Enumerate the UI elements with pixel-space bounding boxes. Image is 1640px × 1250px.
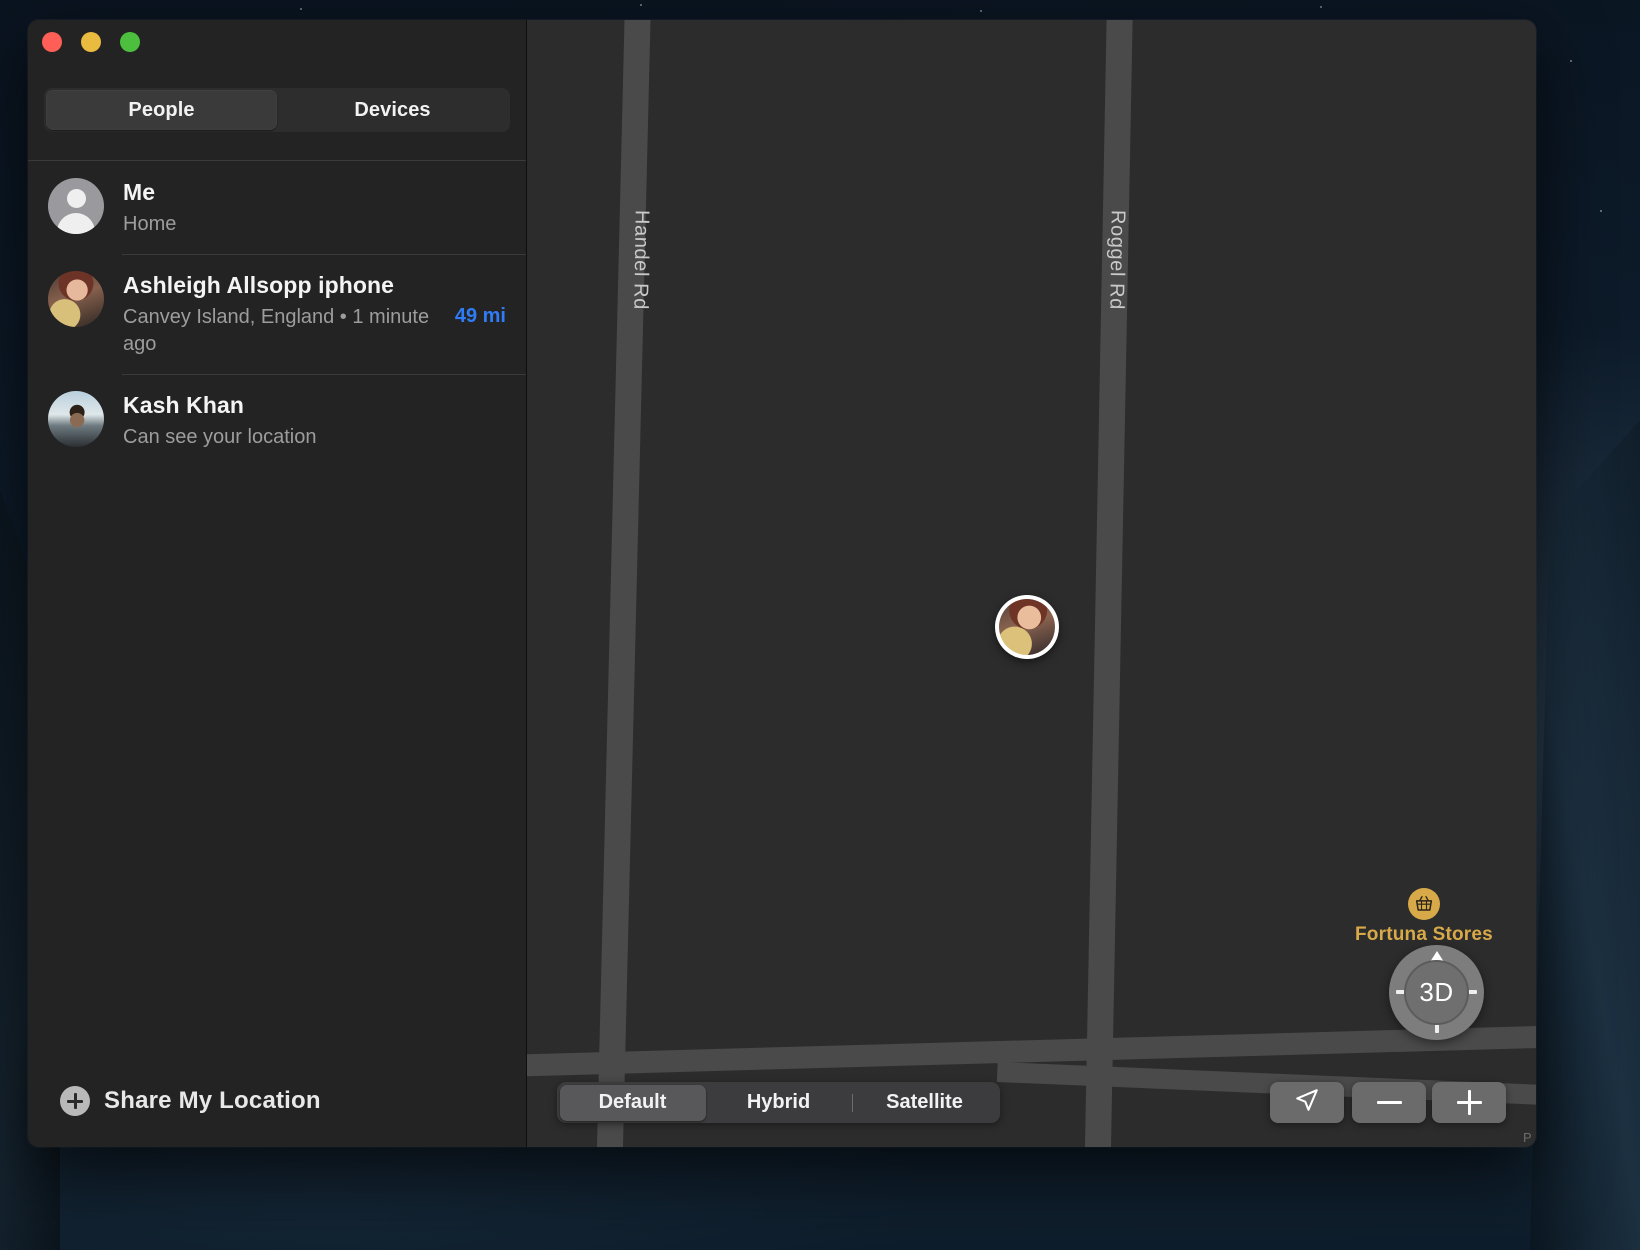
- road-label-handel-rd: Handel Rd: [629, 209, 653, 311]
- road-handel-rd: [596, 20, 651, 1147]
- star: [980, 10, 982, 12]
- plus-icon: [1456, 1090, 1482, 1115]
- person-detail-row: Can see your location: [123, 424, 506, 451]
- person-detail-row: Home: [123, 211, 506, 238]
- share-my-location-button[interactable]: Share My Location: [28, 1055, 526, 1147]
- map-3d-dial[interactable]: 3D: [1389, 945, 1484, 1040]
- list-item-text: Me Home: [123, 178, 506, 238]
- list-item[interactable]: Ashleigh Allsopp iphone Canvey Island, E…: [28, 254, 526, 374]
- pin-avatar: [999, 599, 1055, 655]
- minus-icon: [1376, 1101, 1402, 1104]
- find-my-window: People Devices Me Home Ashleigh Allsopp …: [28, 20, 1536, 1147]
- locate-arrow-icon: [1294, 1087, 1320, 1118]
- window-controls: [42, 32, 140, 52]
- map-type-segmented-control: Default Hybrid Satellite: [557, 1082, 1000, 1123]
- person-detail-row: Canvey Island, England • 1 minute ago 49…: [123, 304, 506, 358]
- locate-me-button[interactable]: [1270, 1082, 1344, 1123]
- person-location-pin[interactable]: [995, 595, 1059, 659]
- share-my-location-label: Share My Location: [104, 1087, 321, 1114]
- star: [1320, 6, 1322, 8]
- tab-devices[interactable]: Devices: [277, 90, 508, 130]
- list-item[interactable]: Kash Khan Can see your location: [28, 374, 526, 467]
- distance-badge: 49 mi: [454, 305, 506, 328]
- person-name: Me: [123, 179, 156, 205]
- map-type-hybrid[interactable]: Hybrid: [706, 1085, 852, 1121]
- close-button[interactable]: [42, 32, 62, 52]
- person-name: Kash Khan: [123, 392, 245, 419]
- map-3d-toggle-label[interactable]: 3D: [1404, 960, 1469, 1025]
- zoom-in-button[interactable]: [1432, 1082, 1506, 1123]
- poi-label: Fortuna Stores: [1355, 924, 1493, 945]
- avatar: [48, 271, 104, 328]
- avatar: [48, 178, 104, 234]
- shopping-basket-icon: [1407, 888, 1440, 920]
- star: [1600, 210, 1602, 212]
- dial-tick-bottom: [1434, 1024, 1439, 1033]
- poi-fortuna-stores[interactable]: Fortuna Stores: [1355, 888, 1493, 946]
- star: [1570, 60, 1572, 62]
- person-name: Ashleigh Allsopp iphone: [123, 272, 395, 299]
- plus-circle-icon: [60, 1086, 90, 1116]
- sidebar: People Devices Me Home Ashleigh Allsopp …: [28, 20, 527, 1147]
- person-subtitle: Canvey Island, England • 1 minute ago: [123, 306, 430, 356]
- people-list: Me Home Ashleigh Allsopp iphone Canvey I…: [28, 161, 526, 1055]
- tab-people[interactable]: People: [46, 90, 277, 130]
- map-type-satellite[interactable]: Satellite: [851, 1085, 998, 1121]
- map-canvas[interactable]: Handel Rd Roggel Rd Fortuna Stores Defau…: [527, 20, 1536, 1147]
- minimize-button[interactable]: [81, 32, 101, 52]
- person-subtitle: Can see your location: [123, 426, 317, 449]
- list-item-text: Kash Khan Can see your location: [123, 391, 506, 451]
- map-type-default[interactable]: Default: [559, 1084, 706, 1121]
- road-roggel-rd: [1084, 20, 1133, 1147]
- road-label-roggel-rd: Roggel Rd: [1105, 209, 1129, 311]
- avatar: [48, 391, 104, 448]
- sidebar-tab-group: People Devices: [44, 88, 510, 132]
- star: [300, 8, 302, 10]
- dial-tick-right: [1468, 990, 1477, 994]
- list-item[interactable]: Me Home: [28, 161, 526, 254]
- person-subtitle: Home: [123, 213, 177, 236]
- maximize-button[interactable]: [120, 32, 140, 52]
- star: [640, 4, 642, 6]
- zoom-out-button[interactable]: [1352, 1082, 1426, 1123]
- map-attribution: P: [1523, 1130, 1532, 1145]
- list-item-text: Ashleigh Allsopp iphone Canvey Island, E…: [123, 271, 506, 358]
- wallpaper-cliff-right: [1530, 420, 1640, 1250]
